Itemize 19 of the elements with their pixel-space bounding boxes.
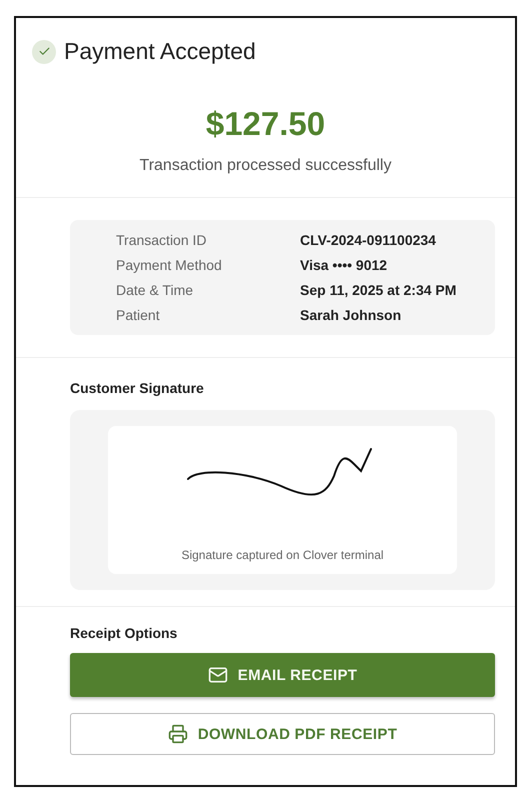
detail-value: Sep 11, 2025 at 2:34 PM — [300, 282, 458, 298]
status-message: Transaction processed successfully — [140, 157, 392, 175]
section-heading: Customer Signature — [70, 380, 205, 396]
detail-value: Sarah Johnson — [300, 307, 402, 323]
download-button[interactable]: DOWNLOAD PDF RECEIPT — [70, 713, 495, 755]
detail-label: Transaction ID — [116, 232, 208, 248]
check-icon — [32, 40, 56, 64]
page-title: Payment Accepted — [64, 38, 256, 65]
detail-label: Payment Method — [116, 257, 223, 273]
section-heading: Receipt Options — [70, 625, 178, 641]
detail-value: CLV-2024-091100234 — [300, 232, 437, 248]
signature-caption: Signature captured on Clover terminal — [181, 548, 384, 562]
payment-amount: $127.50 — [206, 105, 326, 143]
detail-label: Patient — [116, 307, 161, 323]
email-button[interactable]: EMAIL RECEIPT — [70, 653, 495, 697]
detail-value: Visa •••• 9012 — [300, 257, 388, 273]
detail-label: Date & Time — [116, 282, 194, 298]
mail-icon — [208, 665, 228, 685]
printer-icon — [168, 724, 188, 744]
